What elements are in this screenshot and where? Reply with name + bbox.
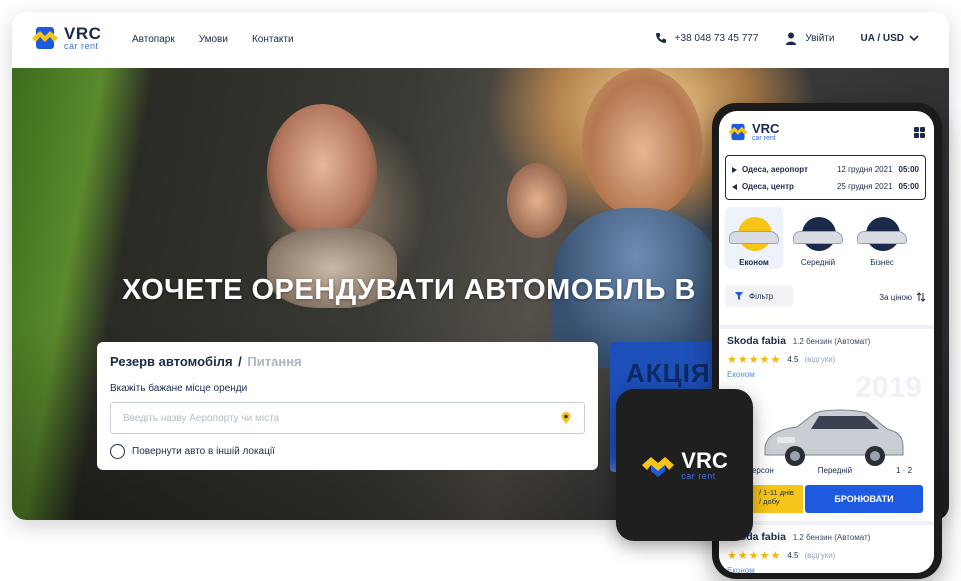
car-class-label: Економ: [739, 258, 769, 267]
phone-number: +38 048 73 45 777: [674, 32, 759, 44]
rating-value: 4.5: [787, 355, 799, 364]
reviews-link[interactable]: (відгуки): [804, 551, 835, 560]
nav-item-terms[interactable]: Умови: [199, 34, 228, 45]
top-navigation-bar: VRC car rent Автопарк Умови Контакти +38…: [12, 12, 949, 68]
pickup-time: 05:00: [898, 165, 919, 174]
location-pin-icon: [561, 412, 571, 424]
pickup-arrow-icon: [732, 166, 737, 173]
phone-icon: [654, 31, 668, 45]
brand-tagline: car rent: [681, 470, 716, 481]
screenshot: VRC car rent Автопарк Умови Контакти +38…: [0, 0, 961, 581]
route-return: Одеса, центр 25 грудня 2021 05:00: [732, 178, 919, 195]
price-note: / 1-11 днів / добу: [759, 488, 794, 506]
main-nav: Автопарк Умови Контакти: [132, 34, 294, 45]
booking-form: Резерв автомобіля / Питання Вкажіть бажа…: [97, 342, 598, 470]
location-label: Вкажіть бажане місце оренди: [110, 383, 248, 394]
hero-photo-man: [582, 68, 702, 218]
grid-menu-icon[interactable]: [914, 127, 925, 138]
locale-selector[interactable]: UA / USD: [860, 33, 919, 44]
star-icon: ★★★★★: [727, 354, 782, 366]
car-class-medium[interactable]: Середній: [789, 207, 847, 269]
pickup-place: Одеса, аеропорт: [742, 165, 808, 174]
brand-name: VRC: [681, 447, 728, 473]
car-class: Економ: [727, 566, 755, 573]
location-input[interactable]: Введіть назву Аеропорту чи міста: [110, 402, 585, 434]
book-button[interactable]: БРОНЮВАТИ: [805, 485, 923, 513]
reviews-link[interactable]: (відгуки): [804, 355, 835, 364]
location-input-placeholder: Введіть назву Аеропорту чи міста: [123, 412, 280, 424]
car-rating: ★★★★★ 4.5 (відгуки): [727, 549, 926, 562]
sort-selector[interactable]: За ціною: [879, 292, 926, 302]
return-other-location-label: Повернути авто в іншій локації: [132, 446, 275, 457]
tab-reservation[interactable]: Резерв автомобіля: [110, 354, 233, 369]
return-other-location[interactable]: Повернути авто в іншій локації: [110, 444, 585, 459]
car-bags: 1 · 2: [896, 466, 913, 475]
return-arrow-icon: [732, 183, 737, 190]
car-rating: ★★★★★ 4.5 (відгуки): [727, 353, 926, 366]
logo-mark-icon: [728, 123, 748, 141]
car-class-label: Середній: [800, 258, 836, 267]
route-pickup: Одеса, аеропорт 12 грудня 2021 05:00: [732, 161, 919, 178]
user-icon: [784, 31, 798, 45]
car-class-business[interactable]: Бізнес: [853, 207, 911, 269]
brand-name: VRC: [64, 24, 102, 43]
filter-label: Фільтр: [749, 291, 774, 301]
car-spec: 1.2 бензин (Автомат): [792, 533, 871, 542]
promo-label: АКЦІЯ: [626, 358, 711, 388]
filter-icon: [735, 292, 743, 300]
hero-headline: ХОЧЕТЕ ОРЕНДУВАТИ АВТОМОБІЛЬ В: [122, 274, 696, 306]
login-link[interactable]: Увійти: [784, 31, 834, 45]
car-class-label: Бізнес: [870, 258, 894, 267]
booking-tabs: Резерв автомобіля / Питання: [110, 354, 585, 369]
return-place: Одеса, центр: [742, 182, 794, 191]
nav-item-fleet[interactable]: Автопарк: [132, 34, 175, 45]
car-title: Skoda fabia 1.2 бензин (Автомат): [727, 335, 926, 347]
filter-button[interactable]: Фільтр: [725, 285, 793, 307]
tab-questions[interactable]: Питання: [247, 354, 301, 369]
pickup-date: 12 грудня 2021: [836, 165, 893, 174]
bags-large: 2: [907, 466, 913, 475]
route-summary[interactable]: Одеса, аеропорт 12 грудня 2021 05:00 Оде…: [725, 155, 926, 200]
rating-value: 4.5: [787, 551, 799, 560]
nav-item-contacts[interactable]: Контакти: [252, 34, 294, 45]
return-date: 25 грудня 2021: [836, 182, 893, 191]
hero-photo-woman: [267, 104, 377, 239]
car-photo: [764, 409, 904, 466]
chevron-down-icon: [909, 35, 919, 42]
logo-mark-icon: [642, 457, 675, 477]
tab-separator: /: [238, 354, 242, 369]
sort-label: За ціною: [879, 292, 912, 302]
car-spec: 1.2 бензин (Автомат): [792, 337, 871, 346]
car-name: Skoda fabia: [727, 335, 786, 347]
return-time: 05:00: [898, 182, 919, 191]
star-icon: ★★★★★: [727, 550, 782, 562]
car-class-selector: Економ Середній Бізнес: [719, 207, 934, 277]
app-icon[interactable]: VRC car rent: [616, 389, 753, 541]
car-thumbnail: [729, 231, 779, 244]
brand-name: VRC: [752, 121, 780, 136]
mobile-brand-logo[interactable]: VRC car rent: [727, 121, 779, 143]
logo-mark-icon: [32, 27, 58, 49]
sort-icon: [916, 292, 926, 302]
car-thumbnail: [857, 231, 907, 244]
header-actions: +38 048 73 45 777 Увійти UA / USD: [628, 31, 919, 45]
return-other-location-checkbox[interactable]: [110, 444, 125, 459]
car-class-economy[interactable]: Економ: [725, 207, 783, 269]
brand-tagline: car rent: [64, 41, 99, 51]
hero-photo-child: [507, 163, 567, 238]
car-drive: Передній: [817, 466, 853, 475]
brand-logo[interactable]: VRC car rent: [30, 23, 101, 53]
car-title: Skoda fabia 1.2 бензин (Автомат): [727, 531, 926, 543]
phone-link[interactable]: +38 048 73 45 777: [654, 31, 759, 45]
locale-label: UA / USD: [860, 32, 904, 44]
login-label: Увійти: [805, 32, 835, 44]
car-thumbnail: [793, 231, 843, 244]
bags-small: 1: [896, 466, 901, 475]
brand-tagline: car rent: [752, 135, 776, 142]
